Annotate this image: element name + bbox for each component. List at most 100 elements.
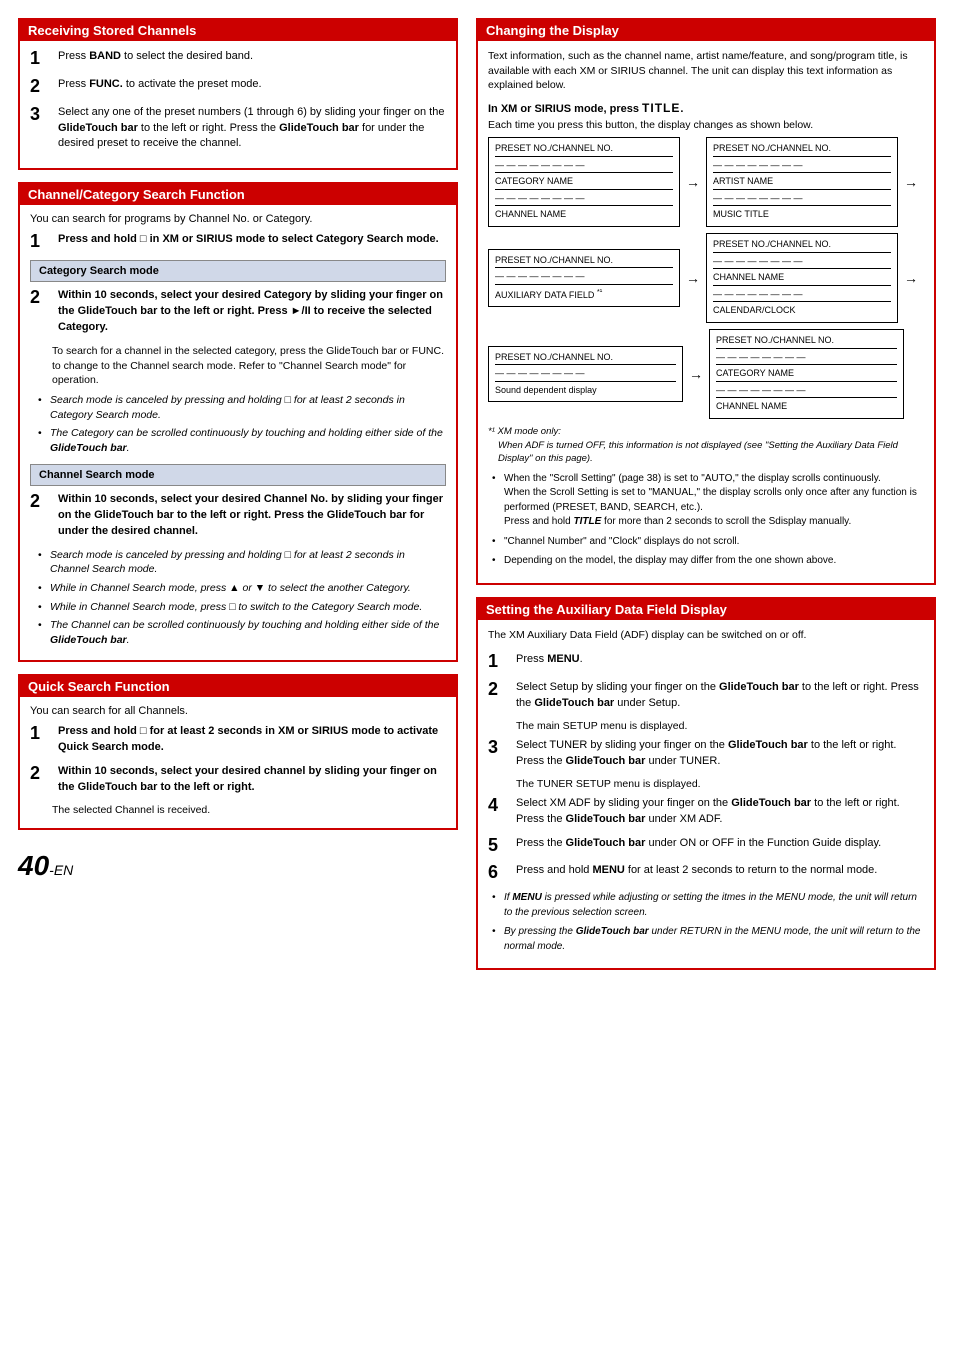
display-cell-1a: PRESET NO./CHANNEL NO. — — — — — — — — C… bbox=[488, 137, 680, 227]
display-cell-2a: PRESET NO./CHANNEL NO. — — — — — — — — A… bbox=[488, 249, 680, 308]
disp-bullet-3: Depending on the model, the display may … bbox=[492, 554, 924, 569]
auxiliary-data-field-title: Setting the Auxiliary Data Field Display bbox=[478, 599, 934, 620]
step-num-adf3: 3 bbox=[488, 738, 510, 758]
channel-category-search-section: Channel/Category Search Function You can… bbox=[18, 182, 458, 661]
page-num-value: 40 bbox=[18, 850, 49, 881]
receiving-stored-channels-section: Receiving Stored Channels 1 Press BAND t… bbox=[18, 18, 458, 170]
arrow-1b: → bbox=[898, 174, 924, 190]
cat-step2-bold: Within 10 seconds, select your desired C… bbox=[58, 289, 443, 333]
cell-line: — — — — — — — — bbox=[716, 384, 897, 399]
adf-step2-sub: The main SETUP menu is displayed. bbox=[516, 720, 924, 732]
adf-bullets: If MENU is pressed while adjusting or se… bbox=[492, 891, 924, 954]
footnote-xm-only: *¹ XM mode only: bbox=[488, 426, 924, 437]
step-num-ch2: 2 bbox=[30, 492, 52, 512]
ch-step2-bold: Within 10 seconds, select your desired C… bbox=[58, 493, 443, 537]
left-column: Receiving Stored Channels 1 Press BAND t… bbox=[18, 18, 458, 882]
step-2-qs-text: Within 10 seconds, select your desired c… bbox=[58, 764, 446, 796]
step-1-cs-text: Press and hold □ in XM or SIRIUS mode to… bbox=[58, 232, 446, 248]
step-num-cs1: 1 bbox=[30, 232, 52, 252]
cell-line: — — — — — — — — bbox=[713, 255, 891, 270]
right-column: Changing the Display Text information, s… bbox=[476, 18, 936, 982]
arrow-2: → bbox=[680, 270, 706, 286]
step-5-adf: 5 Press the GlideTouch bar under ON or O… bbox=[488, 836, 924, 856]
step-1-quick: 1 Press and hold □ for at least 2 second… bbox=[30, 724, 446, 756]
arrow-2b: → bbox=[898, 270, 924, 286]
cell-line: — — — — — — — — bbox=[713, 192, 891, 207]
display-bullets: When the "Scroll Setting" (page 38) is s… bbox=[492, 472, 924, 569]
step-2-text: Press FUNC. to activate the preset mode. bbox=[58, 77, 446, 93]
ch-bullet-2: While in Channel Search mode, press ▲ or… bbox=[38, 581, 446, 596]
display-row-3: PRESET NO./CHANNEL NO. — — — — — — — — S… bbox=[488, 329, 924, 419]
step-1-channel-search: 1 Press and hold □ in XM or SIRIUS mode … bbox=[30, 232, 446, 252]
cell-line: — — — — — — — — bbox=[495, 159, 673, 174]
adf-intro: The XM Auxiliary Data Field (ADF) displa… bbox=[488, 628, 924, 643]
glidetouch-label-1: GlideTouch bar bbox=[58, 122, 138, 134]
cell-line: MUSIC TITLE bbox=[713, 208, 891, 222]
step-2-quick: 2 Within 10 seconds, select your desired… bbox=[30, 764, 446, 796]
step-5-adf-text: Press the GlideTouch bar under ON or OFF… bbox=[516, 836, 924, 852]
adf-bullet-2: By pressing the GlideTouch bar under RET… bbox=[492, 925, 924, 954]
band-label: BAND bbox=[89, 50, 121, 62]
step-num-qs1: 1 bbox=[30, 724, 52, 744]
footnote-adf-text: When ADF is turned OFF, this information… bbox=[498, 439, 924, 466]
cell-line: — — — — — — — — bbox=[716, 351, 897, 366]
step-num-adf2: 2 bbox=[488, 680, 510, 700]
step-num-1: 1 bbox=[30, 49, 52, 69]
step-3-adf: 3 Select TUNER by sliding your finger on… bbox=[488, 738, 924, 770]
cell-line: ARTIST NAME bbox=[713, 175, 891, 190]
arrow-1: → bbox=[680, 174, 706, 190]
cell-line: CALENDAR/CLOCK bbox=[713, 304, 891, 318]
qs-step2-bold: Within 10 seconds, select your desired c… bbox=[58, 765, 437, 793]
cell-line: PRESET NO./CHANNEL NO. bbox=[495, 351, 676, 366]
step-num-adf4: 4 bbox=[488, 796, 510, 816]
cat-bullet-1: Search mode is canceled by pressing and … bbox=[38, 393, 446, 422]
category-bullets: Search mode is canceled by pressing and … bbox=[38, 393, 446, 456]
cat-bullet-2: The Category can be scrolled continuousl… bbox=[38, 426, 446, 455]
cell-line: PRESET NO./CHANNEL NO. bbox=[495, 142, 673, 157]
quick-search-title: Quick Search Function bbox=[20, 676, 456, 697]
channel-bullets: Search mode is canceled by pressing and … bbox=[38, 548, 446, 648]
step-1-text: Press BAND to select the desired band. bbox=[58, 49, 446, 65]
cell-line: CHANNEL NAME bbox=[716, 400, 897, 414]
cell-line: PRESET NO./CHANNEL NO. bbox=[716, 334, 897, 349]
auxiliary-data-field-section: Setting the Auxiliary Data Field Display… bbox=[476, 597, 936, 971]
quick-search-section: Quick Search Function You can search for… bbox=[18, 674, 458, 830]
arrow-3: → bbox=[683, 366, 709, 382]
step-1-adf: 1 Press MENU. bbox=[488, 652, 924, 672]
cell-line: CATEGORY NAME bbox=[716, 367, 897, 382]
step-2-ch-text: Within 10 seconds, select your desired C… bbox=[58, 492, 446, 540]
step-num-cat2: 2 bbox=[30, 288, 52, 308]
cell-line: PRESET NO./CHANNEL NO. bbox=[495, 254, 673, 269]
cell-line: — — — — — — — — bbox=[713, 159, 891, 174]
step-num-adf5: 5 bbox=[488, 836, 510, 856]
glidetouch-label-2: GlideTouch bar bbox=[279, 122, 359, 134]
step-num-2: 2 bbox=[30, 77, 52, 97]
step-6-adf-text: Press and hold MENU for at least 2 secon… bbox=[516, 863, 924, 879]
func-label: FUNC. bbox=[89, 78, 123, 90]
channel-category-search-title: Channel/Category Search Function bbox=[20, 184, 456, 205]
disp-bullet-2: "Channel Number" and "Clock" displays do… bbox=[492, 535, 924, 550]
step-2-category: 2 Within 10 seconds, select your desired… bbox=[30, 288, 446, 336]
cell-line: — — — — — — — — bbox=[495, 192, 673, 207]
step-1-adf-text: Press MENU. bbox=[516, 652, 924, 668]
receiving-stored-channels-title: Receiving Stored Channels bbox=[20, 20, 456, 41]
cell-line: PRESET NO./CHANNEL NO. bbox=[713, 238, 891, 253]
ch-bullet-3: While in Channel Search mode, press □ to… bbox=[38, 600, 446, 615]
changing-display-title: Changing the Display bbox=[478, 20, 934, 41]
ch-bullet-1: Search mode is canceled by pressing and … bbox=[38, 548, 446, 577]
step-4-adf-text: Select XM ADF by sliding your finger on … bbox=[516, 796, 924, 828]
step-2-channel: 2 Within 10 seconds, select your desired… bbox=[30, 492, 446, 540]
cell-line: PRESET NO./CHANNEL NO. bbox=[713, 142, 891, 157]
category-search-mode-header: Category Search mode bbox=[30, 260, 446, 282]
quick-search-intro: You can search for all Channels. bbox=[30, 705, 446, 717]
display-change-text: Each time you press this button, the dis… bbox=[488, 119, 924, 131]
step-1-receiving: 1 Press BAND to select the desired band. bbox=[30, 49, 446, 69]
xm-title-subheading: In XM or SIRIUS mode, press TITLE. bbox=[488, 101, 924, 115]
page-num-suffix: -EN bbox=[49, 862, 73, 878]
adf-bullet-1: If MENU is pressed while adjusting or se… bbox=[492, 891, 924, 920]
step-3-adf-text: Select TUNER by sliding your finger on t… bbox=[516, 738, 924, 770]
changing-display-section: Changing the Display Text information, s… bbox=[476, 18, 936, 585]
qs-sub: The selected Channel is received. bbox=[52, 804, 446, 816]
step-num-adf1: 1 bbox=[488, 652, 510, 672]
display-row-1: PRESET NO./CHANNEL NO. — — — — — — — — C… bbox=[488, 137, 924, 227]
